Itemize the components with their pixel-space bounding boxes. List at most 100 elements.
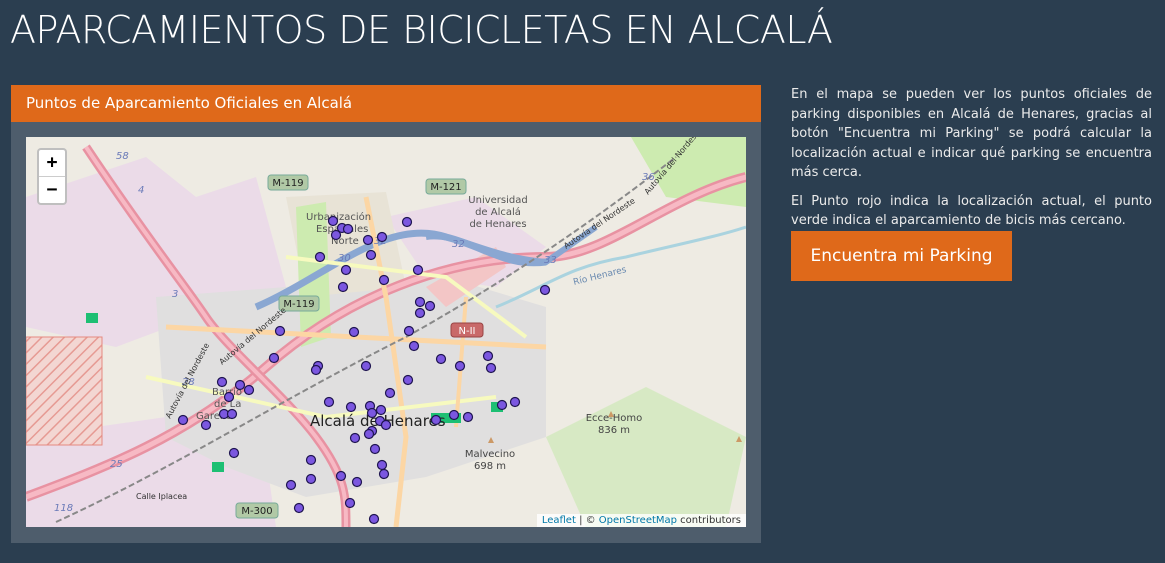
svg-text:4: 4: [138, 185, 144, 196]
parking-marker[interactable]: [268, 352, 280, 364]
parking-marker[interactable]: [424, 300, 436, 312]
parking-marker[interactable]: [448, 409, 460, 421]
parking-marker[interactable]: [482, 350, 494, 362]
svg-text:Ecce-Homo: Ecce-Homo: [586, 413, 643, 424]
parking-marker[interactable]: [378, 274, 390, 286]
parking-marker[interactable]: [462, 411, 474, 423]
find-parking-button[interactable]: Encuentra mi Parking: [791, 231, 1012, 281]
parking-marker[interactable]: [342, 223, 354, 235]
parking-marker[interactable]: [380, 419, 392, 431]
svg-text:de Henares: de Henares: [469, 219, 526, 230]
parking-marker[interactable]: [363, 428, 375, 440]
page-title: APARCAMIENTOS DE BICICLETAS EN ALCALÁ: [10, 8, 833, 52]
svg-text:M-119: M-119: [283, 299, 314, 310]
restricted-area: [26, 336, 103, 446]
parking-marker[interactable]: [408, 340, 420, 352]
parking-marker[interactable]: [340, 264, 352, 276]
parking-marker[interactable]: [485, 362, 497, 374]
parking-marker[interactable]: [243, 384, 255, 396]
parking-marker[interactable]: [305, 473, 317, 485]
svg-text:M-119: M-119: [272, 178, 303, 189]
parking-marker[interactable]: [384, 387, 396, 399]
parking-marker[interactable]: [293, 502, 305, 514]
parking-marker[interactable]: [310, 364, 322, 376]
road-shield-m119-north: M-119: [267, 174, 309, 191]
parking-marker[interactable]: [360, 360, 372, 372]
map-tiles[interactable]: M-119 M-119 M-121 N-II M-300 58 4 3 28 2…: [26, 137, 746, 527]
map-view[interactable]: M-119 M-119 M-121 N-II M-300 58 4 3 28 2…: [26, 137, 746, 527]
svg-text:M-121: M-121: [430, 182, 461, 193]
parking-marker[interactable]: [402, 374, 414, 386]
zoom-control: + −: [37, 148, 67, 205]
parking-marker[interactable]: [369, 443, 381, 455]
parking-marker[interactable]: [414, 296, 426, 308]
parking-marker[interactable]: [378, 468, 390, 480]
parking-marker[interactable]: [403, 325, 415, 337]
osm-link[interactable]: OpenStreetMap: [599, 515, 677, 526]
parking-marker[interactable]: [216, 376, 228, 388]
parking-marker[interactable]: [177, 414, 189, 426]
road-shield-m300: M-300: [235, 502, 279, 519]
parking-marker[interactable]: [345, 401, 357, 413]
parking-marker[interactable]: [509, 396, 521, 408]
parking-marker[interactable]: [454, 360, 466, 372]
parking-marker[interactable]: [376, 459, 388, 471]
parking-marker[interactable]: [330, 229, 342, 241]
parking-marker[interactable]: [234, 379, 246, 391]
parking-marker[interactable]: [323, 396, 335, 408]
road-shield-m119-west: M-119: [278, 295, 320, 312]
panel-heading: Puntos de Aparcamiento Oficiales en Alca…: [11, 85, 761, 122]
parking-marker[interactable]: [430, 414, 442, 426]
svg-text:118: 118: [54, 503, 73, 514]
parking-marker[interactable]: [226, 408, 238, 420]
svg-text:Malvecino: Malvecino: [465, 449, 515, 460]
svg-text:3: 3: [172, 289, 178, 300]
parking-marker[interactable]: [274, 325, 286, 337]
map-panel: Puntos de Aparcamiento Oficiales en Alca…: [11, 85, 761, 543]
svg-text:Calle Iplacea: Calle Iplacea: [136, 492, 187, 501]
parking-marker[interactable]: [375, 404, 387, 416]
svg-text:30: 30: [338, 253, 351, 264]
parking-marker[interactable]: [362, 234, 374, 246]
svg-text:M-300: M-300: [241, 506, 272, 517]
parking-marker[interactable]: [412, 264, 424, 276]
svg-text:25: 25: [110, 459, 123, 470]
parking-marker[interactable]: [435, 353, 447, 365]
parking-marker[interactable]: [348, 326, 360, 338]
zoom-in-button[interactable]: +: [39, 150, 65, 176]
parking-marker[interactable]: [414, 307, 426, 319]
svg-text:N-II: N-II: [459, 326, 476, 337]
parking-marker[interactable]: [349, 432, 361, 444]
parking-marker[interactable]: [365, 249, 377, 261]
parking-marker[interactable]: [285, 479, 297, 491]
parking-marker[interactable]: [496, 399, 508, 411]
parking-marker[interactable]: [539, 284, 551, 296]
parking-marker[interactable]: [376, 231, 388, 243]
svg-text:de Alcalá: de Alcalá: [475, 206, 521, 218]
road-shield-m121: M-121: [425, 178, 467, 195]
leaflet-link[interactable]: Leaflet: [542, 515, 576, 526]
parking-marker[interactable]: [368, 513, 380, 525]
svg-text:698 m: 698 m: [474, 461, 506, 472]
parking-marker[interactable]: [344, 497, 356, 509]
parking-marker[interactable]: [314, 251, 326, 263]
parking-marker[interactable]: [335, 470, 347, 482]
parking-marker[interactable]: [305, 454, 317, 466]
parking-marker[interactable]: [401, 216, 413, 228]
svg-text:Urbanización: Urbanización: [306, 211, 371, 223]
attribution-separator: | ©: [575, 515, 599, 526]
parking-marker[interactable]: [200, 419, 212, 431]
zoom-out-button[interactable]: −: [39, 176, 65, 203]
parking-marker[interactable]: [351, 476, 363, 488]
parking-marker[interactable]: [223, 391, 235, 403]
attribution-suffix: contributors: [677, 515, 741, 526]
info-paragraph-1: En el mapa se pueden ver los puntos ofic…: [791, 87, 1152, 180]
map-attribution: Leaflet | © OpenStreetMap contributors: [536, 514, 746, 527]
parking-marker[interactable]: [327, 215, 339, 227]
parking-marker[interactable]: [228, 447, 240, 459]
svg-text:Universidad: Universidad: [468, 195, 527, 206]
info-text: En el mapa se pueden ver los puntos ofic…: [791, 85, 1152, 240]
svg-text:58: 58: [116, 151, 129, 162]
parking-marker[interactable]: [366, 407, 378, 419]
parking-marker[interactable]: [337, 281, 349, 293]
